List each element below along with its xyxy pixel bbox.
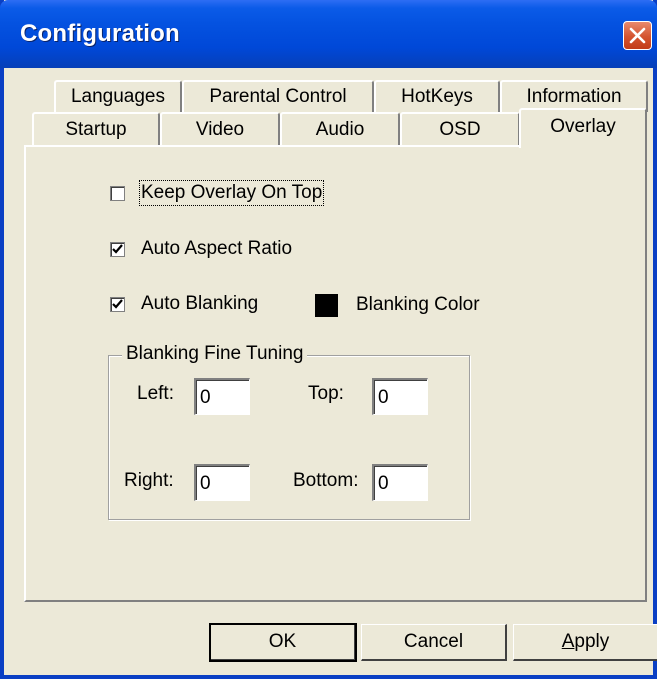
apply-mnemonic: A (561, 631, 575, 652)
auto-aspect-ratio-checkbox[interactable] (110, 242, 125, 257)
blanking-color-swatch[interactable] (315, 294, 338, 317)
tab-osd[interactable]: OSD (400, 112, 520, 145)
tab-overlay[interactable]: Overlay (519, 108, 647, 148)
configuration-window: Configuration Languages Parental Control… (0, 0, 657, 679)
tab-parental-control[interactable]: Parental Control (182, 80, 374, 112)
tab-label: OSD (439, 119, 481, 140)
keep-overlay-on-top-checkbox[interactable] (110, 186, 125, 201)
tab-label: Information (526, 86, 622, 107)
tab-label: Languages (70, 86, 166, 107)
auto-blanking-checkbox[interactable] (110, 297, 125, 312)
apply-label-rest: pply (574, 631, 610, 652)
left-input[interactable]: 0 (194, 378, 250, 415)
blanking-color-label[interactable]: Blanking Color (356, 294, 480, 316)
tab-startup[interactable]: Startup (32, 112, 160, 145)
bottom-input[interactable]: 0 (372, 464, 428, 501)
top-input[interactable]: 0 (372, 378, 428, 415)
tab-label: Audio (315, 119, 365, 140)
tab-hotkeys[interactable]: HotKeys (374, 80, 500, 112)
window-title: Configuration (20, 20, 180, 47)
checkmark-icon (112, 244, 123, 254)
title-bar[interactable]: Configuration (0, 0, 657, 68)
auto-blanking-label[interactable]: Auto Blanking (141, 293, 258, 315)
tab-label: Overlay (550, 116, 616, 137)
apply-button[interactable]: Apply (513, 624, 657, 661)
tab-languages[interactable]: Languages (54, 80, 182, 112)
top-label: Top: (308, 383, 344, 404)
tab-label: Video (195, 119, 245, 140)
close-icon (629, 27, 646, 44)
tab-label: Parental Control (209, 86, 347, 107)
auto-aspect-ratio-label[interactable]: Auto Aspect Ratio (141, 238, 292, 260)
right-label: Right: (124, 470, 174, 491)
left-label: Left: (137, 383, 174, 404)
cancel-button[interactable]: Cancel (361, 624, 507, 661)
checkmark-icon (112, 299, 123, 309)
bottom-label: Bottom: (293, 470, 359, 491)
tab-video[interactable]: Video (160, 112, 280, 145)
right-input[interactable]: 0 (194, 464, 250, 501)
tab-label: HotKeys (401, 86, 473, 107)
blanking-fine-tuning-title: Blanking Fine Tuning (122, 343, 308, 365)
close-button[interactable] (623, 21, 652, 50)
tab-audio[interactable]: Audio (280, 112, 400, 145)
tab-label: Startup (65, 119, 127, 140)
ok-button[interactable]: OK (209, 623, 357, 662)
keep-overlay-on-top-label[interactable]: Keep Overlay On Top (138, 180, 325, 206)
